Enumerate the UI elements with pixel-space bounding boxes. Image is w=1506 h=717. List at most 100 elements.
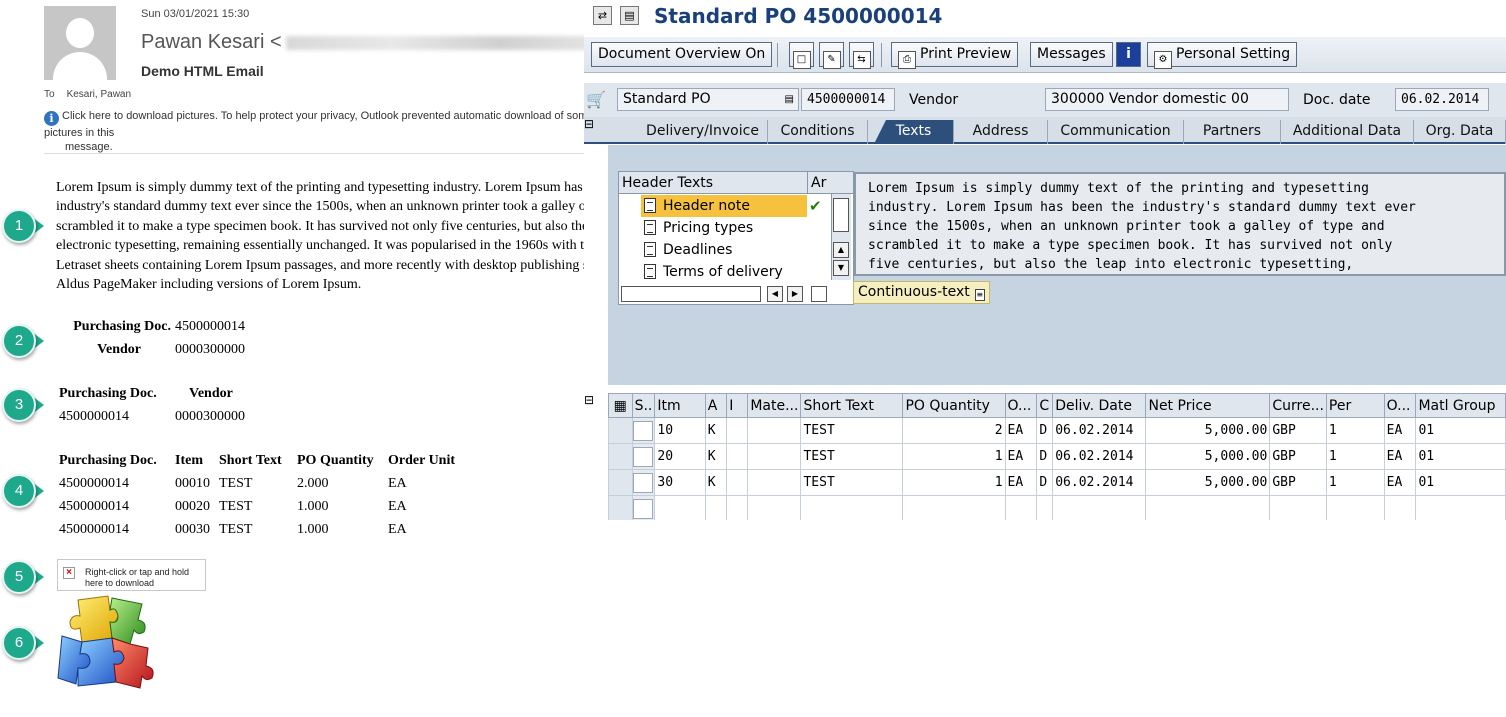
grid-cell[interactable] (726, 469, 749, 496)
other-document-icon[interactable]: ▤ (620, 6, 639, 25)
grid-cell[interactable]: 1 (902, 469, 1006, 496)
grid-cell[interactable]: 30 (654, 469, 706, 496)
new-document-button[interactable]: □ (789, 42, 814, 69)
column-header[interactable]: Matl Group (1415, 393, 1506, 418)
grid-cell[interactable]: 06.02.2014 (1052, 417, 1147, 444)
info-button[interactable]: i (1116, 42, 1141, 67)
grid-cell[interactable]: EA (1383, 469, 1417, 496)
grid-cell[interactable]: TEST (800, 443, 904, 470)
tab-conditions[interactable]: Conditions (768, 120, 868, 144)
doc-date-field[interactable]: 06.02.2014 (1395, 88, 1489, 111)
table-row[interactable]: 10 K TEST 2 EA D 06.02.2014 5,000.00 GBP… (608, 417, 1506, 444)
grid-cell[interactable]: 1 (1325, 417, 1385, 444)
column-header[interactable]: Per (1325, 393, 1385, 418)
grid-cell[interactable]: TEST (800, 417, 904, 444)
vertical-scrollbar[interactable]: ▲ ▼ (831, 194, 851, 280)
grid-cell[interactable] (747, 469, 802, 496)
grid-cell[interactable]: EA (1383, 443, 1417, 470)
doc-type-select[interactable]: Standard PO ▤ (617, 88, 799, 111)
grid-cell[interactable]: EA (1383, 417, 1417, 444)
grid-cell[interactable]: 2 (902, 417, 1006, 444)
grid-cell[interactable]: 1 (1325, 469, 1385, 496)
column-header[interactable]: Curre... (1269, 393, 1327, 418)
table-row[interactable]: 20 K TEST 1 EA D 06.02.2014 5,000.00 GBP… (608, 443, 1506, 470)
column-header[interactable]: PO Quantity (902, 393, 1006, 418)
column-header[interactable]: Deliv. Date (1052, 393, 1147, 418)
grid-cell[interactable]: K (704, 417, 728, 444)
print-preview-button[interactable]: ⎙ Print Preview (891, 42, 1019, 69)
column-header[interactable]: A (704, 393, 728, 418)
grid-cell[interactable]: EA (1004, 417, 1038, 444)
grid-cell[interactable]: 01 (1415, 469, 1506, 496)
scroll-right-icon[interactable]: ▶ (787, 286, 803, 302)
row-marker[interactable] (608, 417, 633, 444)
grid-cell[interactable]: D (1036, 469, 1054, 496)
vendor-field[interactable]: 300000 Vendor domestic 00 (1045, 88, 1289, 111)
column-header[interactable]: Net Price (1145, 393, 1271, 418)
list-item-terms-of-delivery[interactable]: Terms of delivery (641, 261, 807, 281)
scroll-down-icon[interactable]: ▼ (833, 260, 849, 276)
grid-cell[interactable]: 01 (1415, 443, 1506, 470)
scroll-track[interactable] (621, 286, 761, 302)
tab-address[interactable]: Address (954, 120, 1048, 144)
grid-cell[interactable]: K (704, 469, 728, 496)
column-header[interactable]: C (1036, 393, 1054, 418)
tab-texts[interactable]: Texts (874, 120, 954, 144)
row-select-box[interactable] (631, 469, 656, 496)
grid-cell[interactable]: 5,000.00 (1145, 417, 1271, 444)
grid-cell[interactable]: 20 (654, 443, 706, 470)
other-object-button[interactable]: ⇆ (849, 42, 874, 69)
grid-cell[interactable]: D (1036, 443, 1054, 470)
grid-cell[interactable]: D (1036, 417, 1054, 444)
grid-cell[interactable]: EA (1004, 443, 1038, 470)
grid-cell[interactable]: GBP (1269, 469, 1327, 496)
grid-cell[interactable]: 5,000.00 (1145, 443, 1271, 470)
row-select-box[interactable] (631, 417, 656, 444)
row-marker[interactable] (608, 469, 633, 496)
po-number-field[interactable]: 4500000014 (801, 88, 895, 111)
table-row[interactable]: 30 K TEST 1 EA D 06.02.2014 5,000.00 GBP… (608, 469, 1506, 496)
collapse-header-icon[interactable]: ⊟ (584, 117, 608, 137)
scroll-up-icon[interactable]: ▲ (833, 242, 849, 258)
row-marker[interactable] (608, 443, 633, 470)
table-row-empty[interactable] (608, 495, 1506, 520)
grid-cell[interactable]: 1 (1325, 443, 1385, 470)
scroll-left-icon[interactable]: ◀ (767, 286, 783, 302)
messages-button[interactable]: Messages (1030, 42, 1113, 67)
scroll-thumb[interactable] (833, 198, 849, 232)
tab-delivery-invoice[interactable]: Delivery/Invoice (638, 120, 768, 144)
document-overview-button[interactable]: Document Overview On (591, 42, 773, 67)
grid-cell[interactable]: TEST (800, 469, 904, 496)
horizontal-scrollbar[interactable]: ◀ ▶ (621, 286, 849, 302)
display-change-icon[interactable]: ⇄ (593, 6, 612, 25)
list-item-deadlines[interactable]: Deadlines (641, 239, 807, 261)
grid-cell[interactable]: 5,000.00 (1145, 469, 1271, 496)
grid-cell[interactable] (726, 443, 749, 470)
grid-cell[interactable]: 10 (654, 417, 706, 444)
column-header[interactable]: Mate... (747, 393, 802, 418)
grid-cell[interactable]: 01 (1415, 417, 1506, 444)
header-note-text-editor[interactable]: Lorem Ipsum is simply dummy text of the … (854, 172, 1506, 276)
grid-cell[interactable]: 06.02.2014 (1052, 469, 1147, 496)
tab-partners[interactable]: Partners (1184, 120, 1281, 144)
column-header[interactable]: S.. (631, 393, 656, 418)
continuous-text-select[interactable]: Continuous-text ≡ (853, 281, 990, 304)
download-pictures-infobar[interactable]: i Click here to download pictures. To hel… (44, 109, 584, 154)
column-header[interactable]: I (726, 393, 749, 418)
row-select-box[interactable] (631, 495, 656, 520)
grid-cell[interactable] (726, 417, 749, 444)
tab-org-data[interactable]: Org. Data (1414, 120, 1506, 144)
column-header[interactable]: O... (1383, 393, 1417, 418)
grid-cell[interactable] (747, 417, 802, 444)
grid-cell[interactable] (747, 443, 802, 470)
list-item-pricing-types[interactable]: Pricing types (641, 217, 807, 239)
column-header[interactable]: Short Text (800, 393, 904, 418)
grid-cell[interactable]: 06.02.2014 (1052, 443, 1147, 470)
column-header[interactable]: Itm (654, 393, 706, 418)
tab-additional-data[interactable]: Additional Data (1281, 120, 1414, 144)
grid-config-icon[interactable]: ▦ (608, 393, 633, 418)
email-sender[interactable]: Pawan Kesari < (141, 31, 584, 54)
blocked-image-placeholder[interactable]: × Right-click or tap and hold here to do… (57, 559, 206, 591)
grid-cell[interactable]: EA (1004, 469, 1038, 496)
grid-cell[interactable]: GBP (1269, 417, 1327, 444)
